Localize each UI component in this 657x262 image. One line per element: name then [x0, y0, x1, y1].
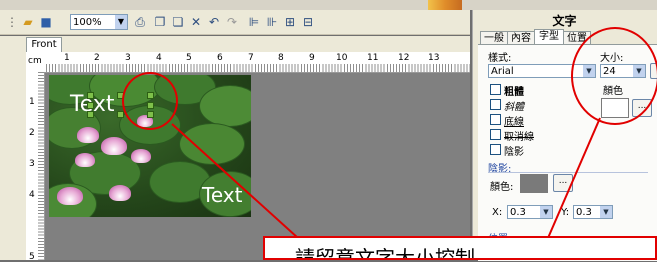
- annotation-arrows: [171, 117, 601, 239]
- pointer-line-right: [547, 117, 601, 239]
- pointer-line-left: [171, 123, 299, 239]
- annotation-callout: 請留意文字大小控制: [263, 236, 657, 260]
